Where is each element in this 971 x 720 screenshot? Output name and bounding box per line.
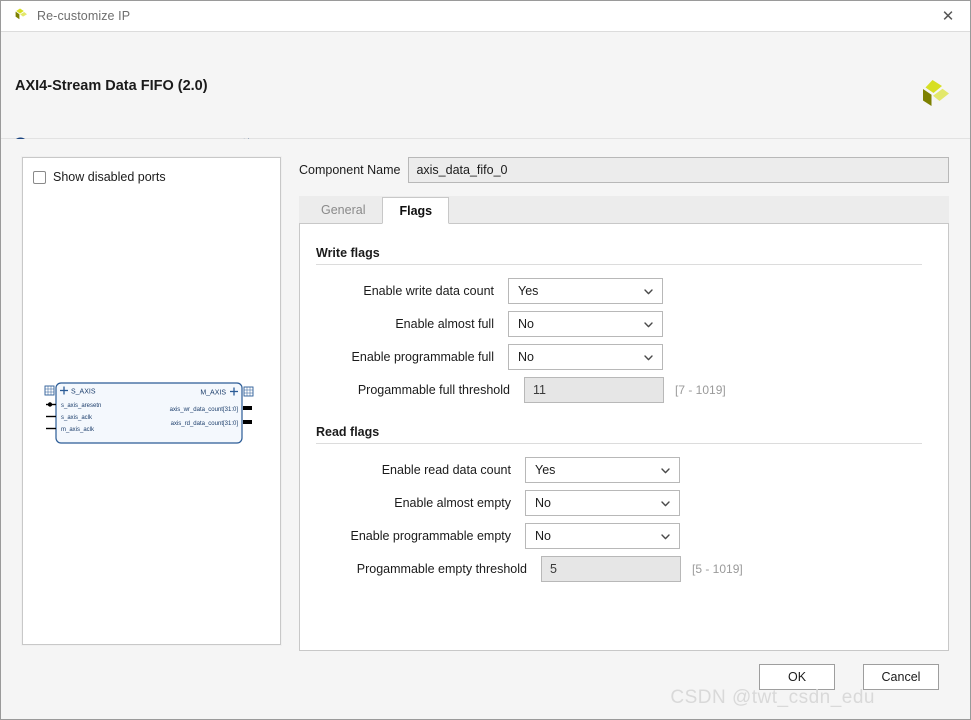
dialog-footer: OK Cancel CSDN @twt_csdn_edu (1, 651, 970, 719)
field-enable-programmable-empty: Enable programmable empty No (316, 523, 922, 549)
field-enable-programmable-full: Enable programmable full No (316, 344, 922, 370)
read-flags-title: Read flags (316, 425, 380, 439)
tab-bar: General Flags (299, 196, 949, 224)
programmable-full-threshold-input[interactable]: 11 (524, 377, 664, 403)
svg-text:axis_wr_data_count[31:0]: axis_wr_data_count[31:0] (170, 407, 239, 413)
select-value: Yes (535, 463, 556, 477)
tab-general[interactable]: General (304, 196, 383, 223)
page-title: AXI4-Stream Data FIFO (2.0) (15, 78, 208, 94)
enable-read-data-count-label: Enable read data count (381, 463, 511, 477)
svg-text:S_AXIS: S_AXIS (71, 389, 96, 396)
xilinx-brand-logo (912, 76, 952, 116)
svg-text:s_axis_aresetn: s_axis_aresetn (61, 403, 101, 409)
programmable-empty-threshold-label: Progammable empty threshold (356, 562, 527, 576)
chevron-down-icon (643, 319, 654, 330)
component-name-label: Component Name (299, 163, 401, 177)
enable-almost-empty-select[interactable]: No (525, 490, 680, 516)
select-value: No (518, 350, 534, 364)
field-programmable-full-threshold: Progammable full threshold 11 [7 - 1019] (316, 377, 922, 403)
svg-text:M_AXIS: M_AXIS (200, 390, 226, 397)
ok-button[interactable]: OK (759, 664, 835, 690)
enable-write-data-count-label: Enable write data count (363, 284, 494, 298)
programmable-full-threshold-range: [7 - 1019] (675, 383, 726, 397)
s-axis-bus-connector (44, 385, 55, 396)
write-flags-group: Write flags Enable write data count Yes … (316, 246, 922, 403)
write-flags-title: Write flags (316, 246, 380, 260)
cancel-button[interactable]: Cancel (863, 664, 939, 690)
chevron-down-icon (660, 498, 671, 509)
ip-symbol-panel: Show disabled ports S_AXIS s_axis_areset… (22, 157, 281, 645)
dialog-header: AXI4-Stream Data FIFO (2.0) Documentatio… (1, 32, 970, 152)
enable-programmable-empty-label: Enable programmable empty (350, 529, 512, 543)
enable-read-data-count-select[interactable]: Yes (525, 457, 680, 483)
xilinx-logo-icon (11, 7, 29, 25)
show-disabled-ports-checkbox[interactable]: Show disabled ports (23, 158, 280, 184)
select-value: No (518, 317, 534, 331)
m-axis-bus-connector (243, 386, 254, 397)
select-value: Yes (518, 284, 539, 298)
field-enable-almost-full: Enable almost full No (316, 311, 922, 337)
field-programmable-empty-threshold: Progammable empty threshold 5 [5 - 1019] (316, 556, 922, 582)
chevron-down-icon (660, 531, 671, 542)
watermark: CSDN @twt_csdn_edu (670, 687, 875, 708)
chevron-down-icon (643, 286, 654, 297)
svg-text:axis_rd_data_count[31:0]: axis_rd_data_count[31:0] (171, 421, 239, 427)
svg-text:m_axis_aclk: m_axis_aclk (61, 427, 95, 433)
chevron-down-icon (643, 352, 654, 363)
component-name-row: Component Name axis_data_fifo_0 (299, 157, 949, 183)
read-flags-divider (316, 443, 922, 444)
tab-flags[interactable]: Flags (382, 197, 450, 224)
enable-programmable-full-label: Enable programmable full (351, 350, 494, 364)
chevron-down-icon (660, 465, 671, 476)
field-enable-almost-empty: Enable almost empty No (316, 490, 922, 516)
close-icon[interactable]: ✕ (926, 1, 970, 31)
select-value: No (535, 529, 551, 543)
enable-programmable-full-select[interactable]: No (508, 344, 663, 370)
field-enable-write-data-count: Enable write data count Yes (316, 278, 922, 304)
programmable-empty-threshold-range: [5 - 1019] (692, 562, 743, 576)
dialog-body: Show disabled ports S_AXIS s_axis_areset… (1, 139, 970, 651)
programmable-empty-threshold-input[interactable]: 5 (541, 556, 681, 582)
svg-text:s_axis_aclk: s_axis_aclk (61, 415, 93, 421)
select-value: No (535, 496, 551, 510)
read-flags-group: Read flags Enable read data count Yes En… (316, 425, 922, 582)
programmable-full-threshold-label: Progammable full threshold (357, 383, 510, 397)
checkbox-box[interactable] (33, 170, 46, 184)
enable-write-data-count-select[interactable]: Yes (508, 278, 663, 304)
config-panel: Component Name axis_data_fifo_0 General … (299, 157, 949, 651)
flags-tab-panel: Write flags Enable write data count Yes … (299, 224, 949, 651)
field-enable-read-data-count: Enable read data count Yes (316, 457, 922, 483)
enable-programmable-empty-select[interactable]: No (525, 523, 680, 549)
enable-almost-empty-label: Enable almost empty (394, 496, 511, 510)
write-flags-divider (316, 264, 922, 265)
window-title: Re-customize IP (37, 9, 131, 23)
show-disabled-ports-label: Show disabled ports (53, 170, 166, 184)
re-customize-ip-dialog: Re-customize IP ✕ AXI4-Stream Data FIFO … (0, 0, 971, 720)
enable-almost-full-select[interactable]: No (508, 311, 663, 337)
title-bar: Re-customize IP ✕ (1, 1, 970, 32)
ip-block-diagram: S_AXIS s_axis_aresetn s_axis_aclk m_axis… (44, 382, 262, 444)
enable-almost-full-label: Enable almost full (395, 317, 494, 331)
component-name-input[interactable]: axis_data_fifo_0 (408, 157, 949, 183)
